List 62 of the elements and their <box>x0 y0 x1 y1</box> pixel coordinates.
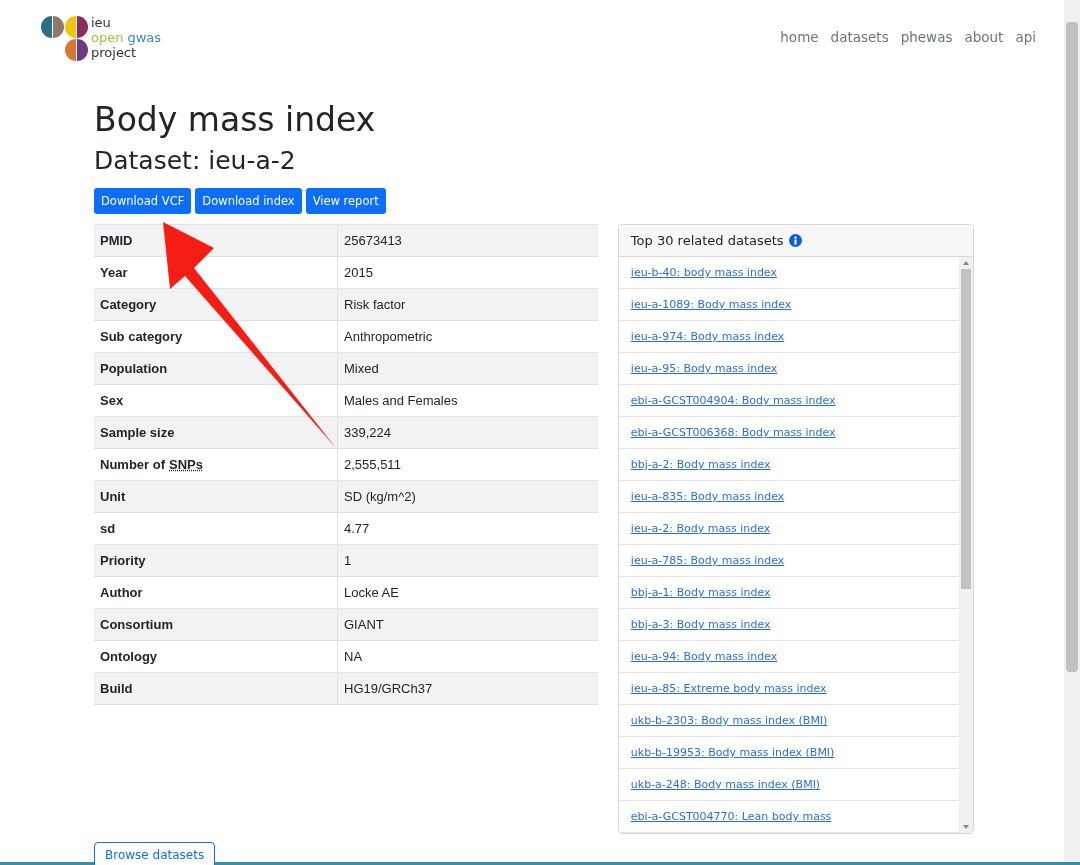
table-cell-text: GIANT <box>343 616 385 634</box>
dataset-link[interactable]: ieu-a-95: Body mass index <box>630 362 778 375</box>
abbreviation: SNPs <box>169 457 203 472</box>
dataset-link[interactable]: ieu-a-785: Body mass index <box>630 554 785 567</box>
table-cell-text: Risk factor <box>343 296 407 314</box>
page-scrollbar[interactable] <box>1064 0 1080 862</box>
table-cell-text: SD (kg/m^2) <box>343 488 417 506</box>
page-subtitle: Dataset: ieu-a-2 <box>94 145 297 177</box>
table-cell-text: HG19/GRCh37 <box>343 680 434 698</box>
panel-title: Top 30 related datasets <box>630 233 784 248</box>
dataset-link[interactable]: ukb-b-19953: Body mass index (BMI) <box>630 746 835 759</box>
table-cell-text: 2015 <box>343 264 374 282</box>
table-cell: Build <box>94 673 338 704</box>
dataset-link[interactable]: ieu-a-2: Body mass index <box>630 522 771 535</box>
logo-text: project <box>91 45 138 60</box>
action-button[interactable]: View report <box>305 188 386 214</box>
dataset-link[interactable]: ieu-a-974: Body mass index <box>630 330 785 343</box>
nav-link[interactable]: about <box>964 29 1004 45</box>
table-cell-text: 1 <box>343 552 353 570</box>
info-icon[interactable] <box>788 234 802 247</box>
logo-text: gwas <box>127 30 162 45</box>
nav-link[interactable]: home <box>780 29 819 45</box>
table-cell-text: Anthropometric <box>343 328 434 346</box>
nav-link[interactable]: phewas <box>900 29 953 45</box>
dataset-link[interactable]: ieu-b-40: body mass index <box>630 266 777 279</box>
logo-text: open <box>91 30 124 45</box>
table-cell-text: 2,555,511 <box>343 456 402 474</box>
scrollbar[interactable] <box>959 257 973 833</box>
logo-text: ieu <box>91 15 112 30</box>
table-cell: Priority <box>94 545 338 576</box>
dataset-link[interactable]: ukb-b-2303: Body mass index (BMI) <box>630 714 828 727</box>
browse-button[interactable]: Browse datasets <box>94 842 216 865</box>
dataset-link[interactable]: ieu-a-835: Body mass index <box>630 490 785 503</box>
table-cell-text: Mixed <box>343 360 380 378</box>
table-cell-text: NA <box>343 648 364 666</box>
table-cell: sd <box>94 513 338 544</box>
dataset-link[interactable]: ukb-a-248: Body mass index (BMI) <box>630 778 821 791</box>
table-cell-text: 4.77 <box>343 520 371 538</box>
dataset-link[interactable]: ieu-a-1089: Body mass index <box>630 298 792 311</box>
action-button[interactable]: Download VCF <box>94 188 192 214</box>
dataset-link[interactable]: bbj-a-3: Body mass index <box>630 618 771 631</box>
nav-link[interactable]: api <box>1015 29 1036 45</box>
table-cell-text: Males and Females <box>343 392 459 410</box>
nav-link[interactable]: datasets <box>830 29 889 45</box>
dataset-link[interactable]: ieu-a-85: Extreme body mass index <box>630 682 827 695</box>
table-cell-text: Locke AE <box>343 584 400 602</box>
table-cell: Consortium <box>94 609 338 640</box>
dataset-link[interactable]: ebi-a-GCST004904: Body mass index <box>630 394 836 407</box>
dataset-link[interactable]: ieu-a-94: Body mass index <box>630 650 778 663</box>
table-cell-text: 25673413 <box>343 232 403 250</box>
table-cell: Number of <box>100 457 165 472</box>
logo-icon <box>40 14 90 62</box>
dataset-link[interactable]: bbj-a-1: Body mass index <box>630 586 771 599</box>
table-cell: Author <box>94 577 338 608</box>
table-cell: Ontology <box>94 641 338 672</box>
dataset-link[interactable]: ebi-a-GCST006368: Body mass index <box>630 426 836 439</box>
dataset-link[interactable]: bbj-a-2: Body mass index <box>630 458 771 471</box>
page-title: Body mass index <box>94 100 377 140</box>
action-button[interactable]: Download index <box>195 188 302 214</box>
table-cell: Unit <box>94 481 338 512</box>
dataset-link[interactable]: ebi-a-GCST004770: Lean body mass <box>630 810 832 823</box>
table-cell-text: 339,224 <box>343 424 392 442</box>
